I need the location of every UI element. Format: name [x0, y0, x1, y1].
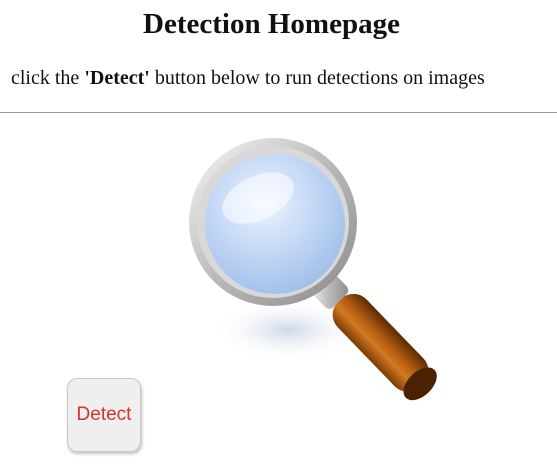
instructions-prefix: click the [11, 67, 85, 89]
instructions-suffix: button below to run detections on images [149, 67, 485, 89]
magnifying-glass-icon [189, 138, 437, 401]
instructions-emphasis: 'Detect' [84, 67, 150, 89]
page-title: Detection Homepage [143, 8, 400, 40]
detect-button[interactable]: Detect [67, 378, 141, 452]
divider [0, 112, 557, 113]
instructions-text: click the 'Detect' button below to run d… [11, 64, 485, 92]
